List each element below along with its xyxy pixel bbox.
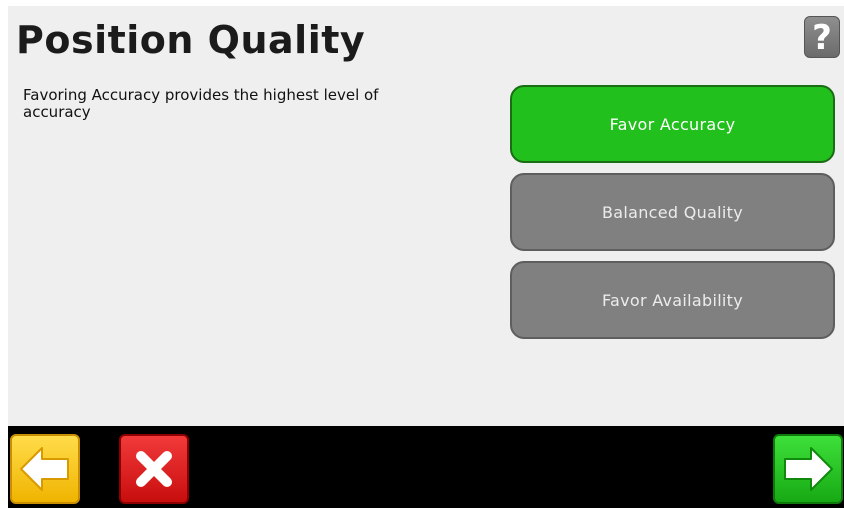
close-icon	[136, 451, 172, 487]
next-button[interactable]	[773, 434, 843, 504]
favor-availability-button[interactable]: Favor Availability	[510, 261, 835, 339]
favor-accuracy-button[interactable]: Favor Accuracy	[510, 85, 835, 163]
favor-accuracy-label: Favor Accuracy	[609, 114, 736, 134]
cancel-button[interactable]	[119, 434, 189, 504]
bottom-toolbar	[8, 426, 844, 508]
screen: Position Quality ? Favoring Accuracy pro…	[8, 6, 844, 508]
arrow-right-icon	[784, 447, 833, 491]
balanced-quality-button[interactable]: Balanced Quality	[510, 173, 835, 251]
back-button[interactable]	[10, 434, 80, 504]
favor-availability-label: Favor Availability	[601, 290, 744, 310]
page-title: Position Quality	[16, 18, 366, 62]
balanced-quality-label: Balanced Quality	[601, 202, 744, 222]
arrow-left-icon	[20, 447, 69, 491]
question-mark-icon: ?	[812, 18, 832, 58]
help-button[interactable]: ?	[804, 16, 840, 58]
option-description: Favoring Accuracy provides the highest l…	[23, 86, 379, 121]
